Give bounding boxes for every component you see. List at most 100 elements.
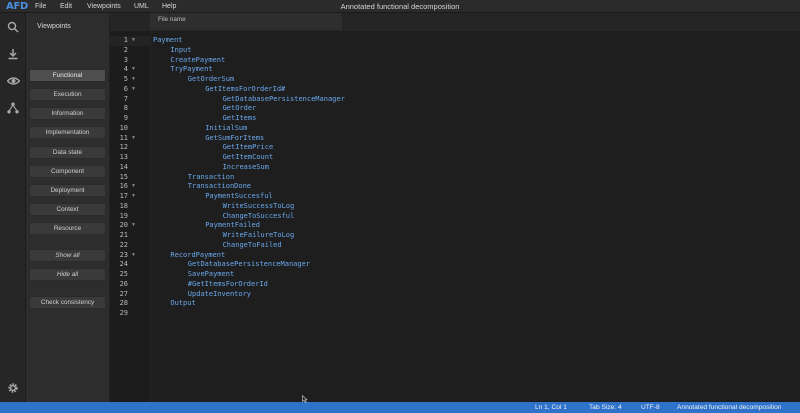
line-number: 15 — [119, 172, 128, 181]
code-line[interactable]: TransactionDone — [188, 182, 251, 192]
fold-toggle-icon[interactable]: ▼ — [131, 182, 136, 192]
code-line[interactable]: SavePayment — [188, 270, 234, 280]
tab-file-name[interactable]: File name — [150, 13, 342, 30]
line-number: 20 — [119, 221, 128, 230]
viewpoints-title: Viewpoints — [37, 23, 71, 30]
line-number: 25 — [119, 270, 128, 278]
code-line[interactable]: WriteFailureToLog — [223, 231, 295, 241]
code-line[interactable]: #GetItemsForOrderId — [188, 280, 268, 290]
line-number: 22 — [119, 240, 128, 249]
line-number: 7 — [123, 94, 128, 103]
fold-toggle-icon[interactable]: ▼ — [131, 36, 136, 46]
download-icon[interactable] — [3, 45, 23, 63]
code-line[interactable]: Output — [170, 299, 195, 309]
code-line[interactable]: GetItemPrice — [223, 143, 274, 153]
code-line[interactable]: GetItemCount — [223, 153, 274, 163]
fold-toggle-icon[interactable]: ▼ — [131, 85, 136, 95]
language-mode[interactable]: Annotated functional decomposition — [677, 402, 781, 413]
menu-file[interactable]: File — [35, 0, 46, 13]
code-line[interactable]: InitialSum — [205, 124, 247, 134]
title-bar: AFD File Edit Viewpoints UML Help Annota… — [0, 0, 800, 13]
code-line[interactable]: UpdateInventory — [188, 290, 251, 300]
mouse-pointer-icon — [302, 390, 308, 408]
code-line[interactable]: GetOrder — [223, 104, 257, 114]
menu-help[interactable]: Help — [162, 0, 176, 13]
fold-toggle-icon[interactable]: ▼ — [131, 251, 136, 261]
cursor-position[interactable]: Ln 1, Col 1 — [535, 402, 567, 413]
line-number: 14 — [119, 162, 128, 171]
search-icon[interactable] — [3, 18, 23, 36]
viewpoint-component-button[interactable]: Component — [29, 165, 106, 178]
fold-toggle-icon[interactable]: ▼ — [131, 75, 136, 85]
line-number: 6 — [123, 84, 128, 93]
app-logo: AFD — [6, 1, 28, 12]
encoding[interactable]: UTF-8 — [641, 402, 660, 413]
tab-size[interactable]: Tab Size: 4 — [589, 402, 622, 413]
line-number: 17 — [119, 192, 128, 200]
line-number: 11 — [119, 133, 128, 142]
code-line[interactable]: PaymentSuccesful — [205, 192, 272, 202]
menu-viewpoints[interactable]: Viewpoints — [87, 0, 121, 13]
fold-toggle-icon[interactable]: ▼ — [131, 134, 136, 144]
code-line[interactable]: ChangeToFailed — [223, 241, 282, 251]
code-line[interactable]: Transaction — [188, 173, 234, 183]
line-number: 10 — [119, 123, 128, 132]
line-number-gutter: 1 ▼ 2 3 4 ▼ 5 ▼ 6 ▼ 7 8 9 10 11 ▼ 12 13 14 15 16 ▼ 17 ▼ 18 19 20 ▼ 2… — [110, 31, 150, 402]
code-line[interactable]: Payment — [153, 36, 183, 46]
viewpoints-panel: Viewpoints Functional Execution Informat… — [26, 13, 110, 402]
line-number: 24 — [119, 260, 128, 269]
code-line[interactable]: GetDatabasePersistenceManager — [188, 260, 310, 270]
menu-uml[interactable]: UML — [134, 0, 149, 13]
line-number: 29 — [119, 309, 128, 317]
viewpoint-context-button[interactable]: Context — [29, 203, 106, 216]
fold-toggle-icon[interactable]: ▼ — [131, 221, 136, 231]
code-line[interactable]: WriteSuccessToLog — [223, 202, 295, 212]
line-number: 1 — [123, 36, 128, 44]
code-line[interactable]: GetOrderSum — [188, 75, 234, 85]
tab-strip: File name — [110, 13, 800, 31]
line-number: 13 — [119, 153, 128, 161]
check-consistency-button[interactable]: Check consistency — [29, 296, 106, 309]
code-line[interactable]: IncreaseSum — [223, 163, 269, 173]
line-number: 2 — [123, 45, 128, 54]
line-number: 23 — [119, 250, 128, 259]
activity-bar — [0, 13, 26, 402]
viewpoint-functional-button[interactable]: Functional — [29, 69, 106, 82]
fold-toggle-icon[interactable]: ▼ — [131, 192, 136, 202]
code-line[interactable]: GetDatabasePersistenceManager — [223, 95, 345, 105]
code-line[interactable]: RecordPayment — [170, 251, 225, 261]
code-line[interactable]: CreatePayment — [170, 56, 225, 66]
line-number: 18 — [119, 201, 128, 210]
line-number: 3 — [123, 55, 128, 64]
line-number: 19 — [119, 211, 128, 220]
code-line[interactable]: Input — [170, 46, 191, 56]
viewpoint-information-button[interactable]: Information — [29, 107, 106, 120]
line-number: 9 — [123, 114, 128, 122]
line-number: 12 — [119, 143, 128, 152]
code-line[interactable]: GetItems — [223, 114, 257, 124]
line-number: 26 — [119, 279, 128, 288]
code-line[interactable]: GetItemsForOrderId# — [205, 85, 285, 95]
hierarchy-icon[interactable] — [3, 99, 23, 117]
line-number: 28 — [119, 299, 128, 308]
fold-toggle-icon[interactable]: ▼ — [131, 65, 136, 75]
code-line[interactable]: TryPayment — [170, 65, 212, 75]
code-line[interactable]: GetSumForItems — [205, 134, 264, 144]
status-bar: Ln 1, Col 1 Tab Size: 4 UTF-8 Annotated … — [0, 402, 800, 413]
show-all-button[interactable]: Show all — [29, 249, 106, 262]
viewpoint-deployment-button[interactable]: Deployment — [29, 184, 106, 197]
viewpoint-implementation-button[interactable]: Implementation — [29, 126, 106, 139]
code-line[interactable]: PaymentFailed — [205, 221, 260, 231]
hide-all-button[interactable]: Hide all — [29, 268, 106, 281]
code-editor[interactable]: Payment Input CreatePayment TryPayment GetOr… — [150, 31, 800, 402]
code-line[interactable]: ChangeToSuccesful — [223, 212, 295, 222]
line-number: 4 — [123, 65, 128, 74]
viewpoint-execution-button[interactable]: Execution — [29, 88, 106, 101]
eye-icon[interactable] — [3, 72, 23, 90]
gear-icon[interactable] — [3, 379, 23, 397]
viewpoint-resource-button[interactable]: Resource — [29, 222, 106, 235]
line-number: 21 — [119, 231, 128, 239]
menu-edit[interactable]: Edit — [60, 0, 72, 13]
viewpoint-data-state-button[interactable]: Data state — [29, 146, 106, 159]
line-number: 5 — [123, 75, 128, 83]
